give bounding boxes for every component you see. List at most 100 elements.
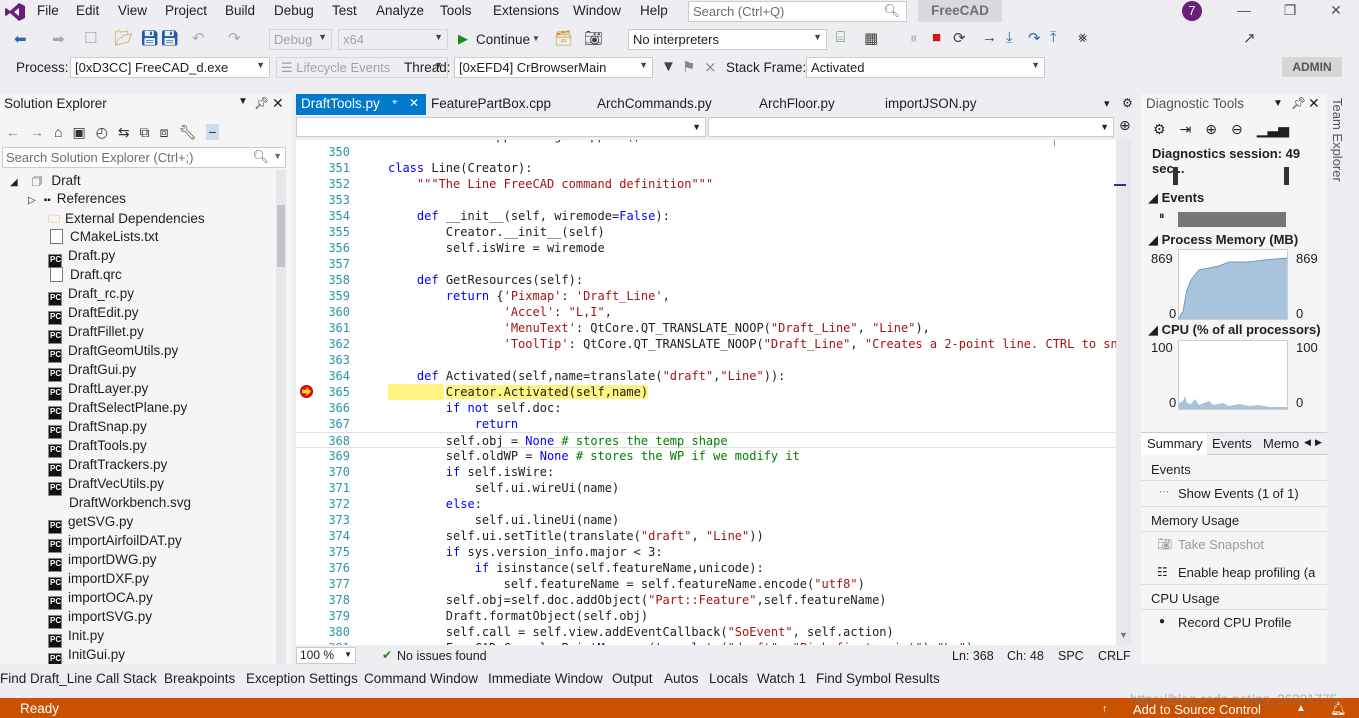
tab-call-stack[interactable]: Call Stack bbox=[96, 671, 157, 686]
tab-autos[interactable]: Autos bbox=[664, 671, 699, 686]
back-icon[interactable]: ⬅︎ bbox=[14, 30, 27, 48]
code-line[interactable]: 353 bbox=[296, 192, 1131, 208]
pane-menu-icon[interactable]: ▼ bbox=[1273, 98, 1283, 109]
code-line[interactable]: 376 if isinstance(self.featureName,unico… bbox=[296, 560, 1131, 576]
tab-output[interactable]: Output bbox=[612, 671, 653, 686]
enable-heap-profiling-checkbox[interactable]: Enable heap profiling (a bbox=[1178, 565, 1315, 580]
tree-scrollbar-thumb[interactable] bbox=[277, 205, 285, 267]
home-icon[interactable]: ⌂ bbox=[54, 124, 62, 140]
code-line[interactable]: 380 self.call = self.view.addEventCallba… bbox=[296, 624, 1131, 640]
process-dropdown[interactable]: [0xD3CC] FreeCAD_d.exe ▼ bbox=[70, 57, 270, 78]
code-line[interactable]: 358 def GetResources(self): bbox=[296, 272, 1131, 288]
code-line[interactable]: 365 Creator.Activated(self,name) bbox=[296, 384, 1131, 400]
editor-scrollbar[interactable]: ▼ bbox=[1114, 140, 1131, 645]
code-line[interactable]: 369 self.oldWP = None # stores the WP if… bbox=[296, 448, 1131, 464]
tab-immediate-window[interactable]: Immediate Window bbox=[488, 671, 603, 686]
chart-options-icon[interactable]: ▁▃▅ bbox=[1257, 121, 1289, 138]
tree-item[interactable]: PC Draft_rc.py bbox=[0, 286, 134, 306]
tab-events[interactable]: Events bbox=[1212, 436, 1252, 451]
menu-test[interactable]: Test bbox=[332, 3, 357, 18]
save-all-icon[interactable]: 💾︎ bbox=[160, 29, 179, 47]
code-line[interactable]: 373 self.ui.lineUi(name) bbox=[296, 512, 1131, 528]
tree-item[interactable]: PC getSVG.py bbox=[0, 514, 133, 534]
export-icon[interactable]: ⇥ bbox=[1180, 121, 1192, 138]
tree-scrollbar[interactable] bbox=[276, 170, 286, 664]
tree-item[interactable]: PC importDWG.py bbox=[0, 552, 157, 572]
restart-icon[interactable]: ⟳ bbox=[953, 29, 966, 47]
tree-item[interactable]: PC DraftGeomUtils.py bbox=[0, 343, 178, 363]
code-line[interactable]: 368 self.obj = None # stores the temp sh… bbox=[296, 432, 1131, 448]
zoom-dropdown[interactable]: 100 % ▼ bbox=[296, 647, 356, 664]
code-line[interactable]: 378 self.obj=self.doc.addObject("Part::F… bbox=[296, 592, 1131, 608]
tab-list-icon[interactable]: ▾ bbox=[1104, 97, 1110, 110]
tree-item[interactable]: ▷ ▪▪ References bbox=[0, 191, 126, 210]
show-all-files-icon[interactable]: ⧈ bbox=[160, 124, 169, 141]
menu-extensions[interactable]: Extensions bbox=[493, 3, 559, 18]
tree-item[interactable]: PC DraftGui.py bbox=[0, 362, 136, 382]
tree-item[interactable]: PC DraftTools.py bbox=[0, 438, 147, 458]
tree-item[interactable]: DraftWorkbench.svg bbox=[0, 495, 191, 514]
pin-icon[interactable]: 📌︎ bbox=[254, 96, 269, 110]
tree-project-draft[interactable]: ◢ 🗇︎ Draft bbox=[0, 172, 81, 191]
open-folder-icon[interactable]: 📂︎ bbox=[114, 29, 133, 47]
show-events-link[interactable]: Show Events (1 of 1) bbox=[1178, 486, 1299, 501]
notification-badge[interactable]: 7 bbox=[1182, 1, 1202, 21]
continue-icon[interactable]: ▶ bbox=[458, 31, 468, 47]
code-line[interactable]: 356 self.isWire = wiremode bbox=[296, 240, 1131, 256]
code-line[interactable]: 360 'Accel': "L,I", bbox=[296, 304, 1131, 320]
record-cpu-profile-button[interactable]: Record CPU Profile bbox=[1178, 615, 1291, 630]
code-line[interactable]: 366 if not self.doc: bbox=[296, 400, 1131, 416]
code-line[interactable]: 355 Creator.__init__(self) bbox=[296, 224, 1131, 240]
interpreter-dropdown[interactable]: No interpreters ▼ bbox=[628, 29, 827, 50]
menu-edit[interactable]: Edit bbox=[76, 3, 99, 18]
tree-item[interactable]: PC Draft.py bbox=[0, 248, 115, 268]
tab-memory[interactable]: Memo bbox=[1263, 436, 1299, 451]
camera-icon[interactable]: 📷︎ bbox=[584, 29, 603, 47]
tree-item[interactable]: PC importSVG.py bbox=[0, 609, 152, 629]
back-icon[interactable]: ← bbox=[6, 124, 20, 140]
menu-build[interactable]: Build bbox=[225, 3, 255, 18]
code-line[interactable]: 357 bbox=[296, 256, 1131, 272]
platform-dropdown[interactable]: x64 ▼ bbox=[338, 29, 448, 50]
thread-dropdown[interactable]: [0xEFD4] CrBrowserMain ▼ bbox=[454, 57, 653, 78]
tree-item[interactable]: PC Init.py bbox=[0, 628, 104, 648]
tab-featurepartbox[interactable]: FeaturePartBox.cpp bbox=[426, 94, 556, 115]
tree-item[interactable]: PC importDXF.py bbox=[0, 571, 149, 591]
tree-item[interactable]: PC InitGui.py bbox=[0, 647, 125, 664]
cpu-chart[interactable] bbox=[1178, 340, 1288, 410]
chevron-down-icon[interactable]: ▼ bbox=[532, 34, 540, 43]
continue-button[interactable]: Continue bbox=[476, 32, 530, 47]
code-line[interactable]: 352 """The Line FreeCAD command definiti… bbox=[296, 176, 1131, 192]
show-next-statement-icon[interactable]: → bbox=[982, 29, 997, 46]
pane-menu-icon[interactable]: ▼ bbox=[238, 96, 248, 107]
member-navigation-dropdown[interactable]: ▼ bbox=[708, 117, 1114, 137]
code-line[interactable]: 370 if self.isWire: bbox=[296, 464, 1131, 480]
memory-chart[interactable] bbox=[1178, 249, 1288, 320]
code-editor[interactable]: 349 self.support = getSupport()350351cla… bbox=[296, 140, 1131, 645]
solution-search-input[interactable]: Search Solution Explorer (Ctrl+;) 🔍︎ ▼ bbox=[2, 147, 286, 168]
zoom-out-icon[interactable]: ⊖ bbox=[1231, 121, 1243, 138]
tree-item[interactable]: PC DraftSelectPlane.py bbox=[0, 400, 187, 420]
stack-frame-dropdown[interactable]: Activated ▼ bbox=[806, 57, 1045, 78]
tab-importjson[interactable]: importJSON.py bbox=[880, 94, 982, 115]
quick-launch-search[interactable]: Search (Ctrl+Q) 🔍︎ bbox=[688, 1, 907, 22]
pause-icon[interactable]: ⏸︎ bbox=[910, 30, 918, 47]
team-explorer-side-tab[interactable]: Team Explorer bbox=[1328, 94, 1359, 664]
tree-item[interactable]: PC DraftLayer.py bbox=[0, 381, 148, 401]
tab-drafttools[interactable]: DraftTools.py ⌖ ✕ bbox=[296, 94, 426, 115]
tree-item[interactable]: PC DraftEdit.py bbox=[0, 305, 139, 325]
menu-analyze[interactable]: Analyze bbox=[376, 3, 424, 18]
code-line[interactable]: 377 self.featureName = self.featureName.… bbox=[296, 576, 1131, 592]
code-line[interactable]: 364 def Activated(self,name=translate("d… bbox=[296, 368, 1131, 384]
tree-item[interactable]: PC DraftFillet.py bbox=[0, 324, 144, 344]
new-project-icon[interactable]: ☐ bbox=[84, 29, 97, 47]
code-line[interactable]: 351 class Line(Creator): bbox=[296, 160, 1131, 176]
properties-icon[interactable]: 🔧︎ bbox=[179, 124, 197, 141]
menu-project[interactable]: Project bbox=[165, 3, 207, 18]
code-line[interactable]: 381 FreeCAD.Console.PrintMessage(transla… bbox=[296, 640, 1131, 645]
menu-tools[interactable]: Tools bbox=[440, 3, 472, 18]
tab-find-draft-line[interactable]: Find Draft_Line bbox=[0, 671, 92, 686]
browse-icon[interactable]: 🗃︎ bbox=[554, 29, 573, 47]
forward-icon[interactable]: → bbox=[30, 124, 44, 140]
tab-exception-settings[interactable]: Exception Settings bbox=[246, 671, 358, 686]
